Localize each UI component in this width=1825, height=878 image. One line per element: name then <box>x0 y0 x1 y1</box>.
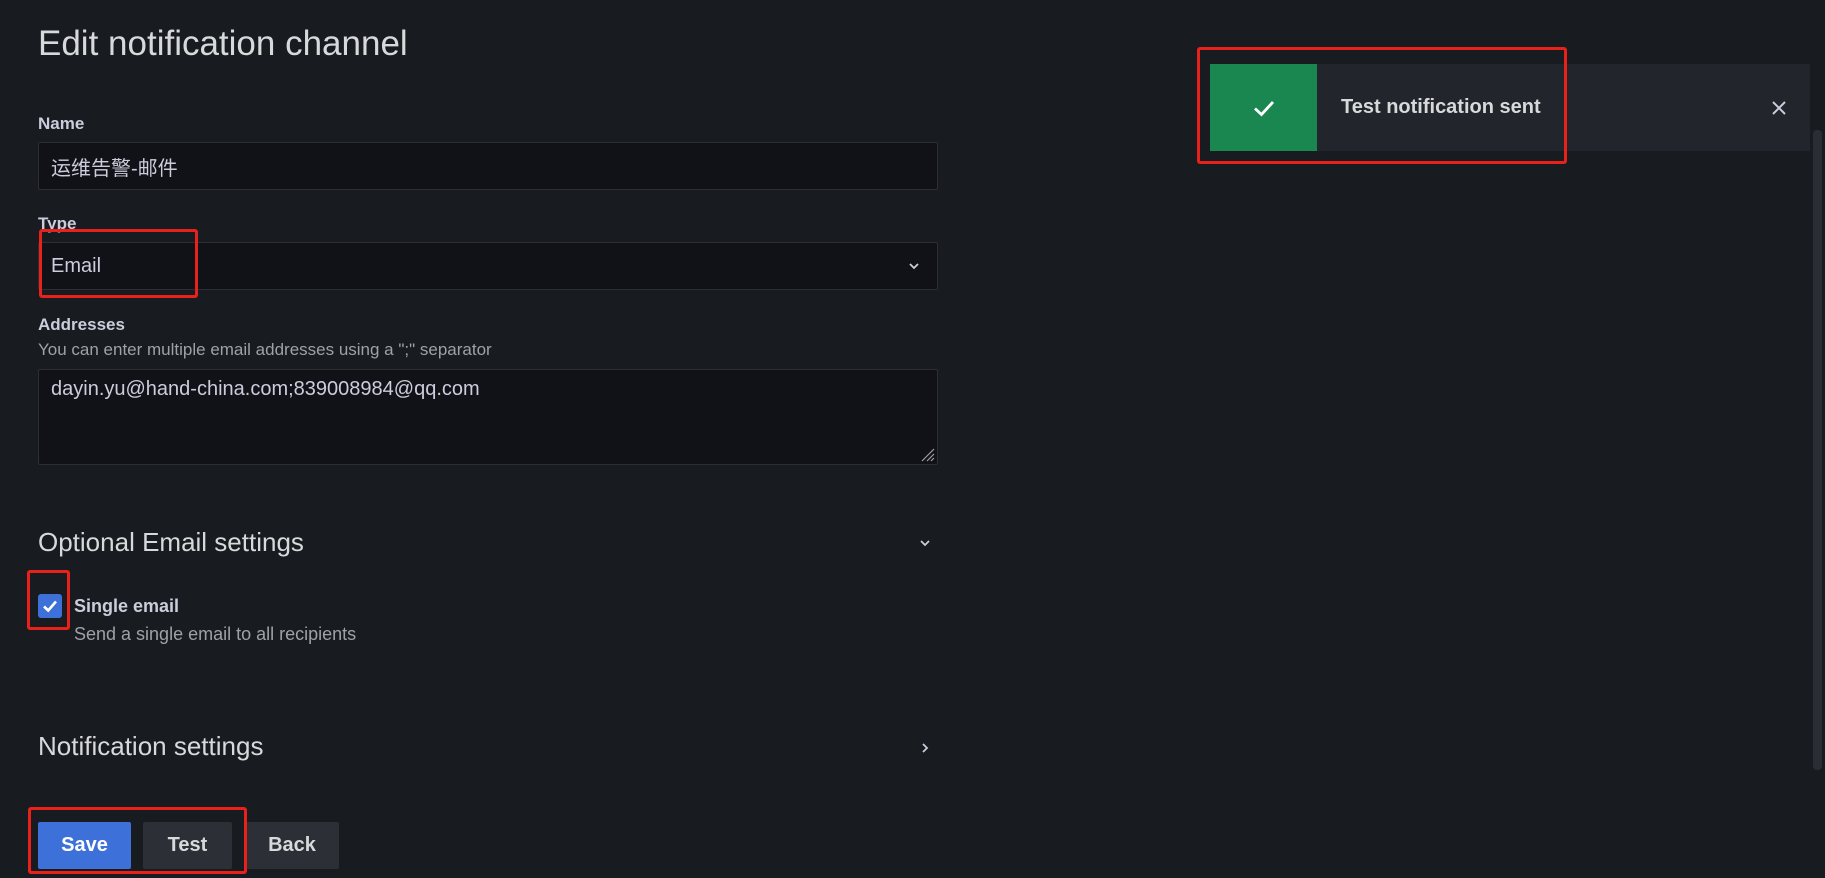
back-button[interactable]: Back <box>245 822 339 869</box>
test-button[interactable]: Test <box>143 822 232 869</box>
toast-message: Test notification sent <box>1341 96 1541 118</box>
edit-notification-channel-page: Edit notification channel Name 运维告警-邮件 T… <box>0 0 1825 878</box>
save-button[interactable]: Save <box>38 822 131 869</box>
type-select[interactable]: Email <box>38 242 938 290</box>
notification-settings-heading[interactable]: Notification settings <box>38 731 263 762</box>
close-icon[interactable] <box>1770 99 1788 117</box>
addresses-description: You can enter multiple email addresses u… <box>38 340 492 359</box>
checkmark-icon <box>1253 100 1274 116</box>
addresses-textarea[interactable]: dayin.yu@hand-china.com;839008984@qq.com <box>38 369 938 465</box>
addresses-value: dayin.yu@hand-china.com;839008984@qq.com <box>51 378 480 400</box>
single-email-label[interactable]: Single email <box>74 596 179 617</box>
chevron-right-icon[interactable] <box>916 739 934 757</box>
name-input[interactable]: 运维告警-邮件 <box>38 142 938 190</box>
chevron-down-icon <box>909 263 919 270</box>
type-label: Type <box>38 214 77 233</box>
resize-handle-icon[interactable] <box>917 444 935 462</box>
checkmark-icon <box>43 600 57 613</box>
chevron-down-icon[interactable] <box>916 534 934 552</box>
name-input-value: 运维告警-邮件 <box>51 157 178 180</box>
single-email-checkbox[interactable] <box>38 594 62 618</box>
toast-status-icon-container <box>1210 64 1317 151</box>
single-email-description: Send a single email to all recipients <box>74 624 357 644</box>
optional-email-settings-heading[interactable]: Optional Email settings <box>38 527 304 558</box>
name-label: Name <box>38 114 85 133</box>
scrollbar[interactable] <box>1813 130 1822 770</box>
page-title: Edit notification channel <box>38 24 408 63</box>
success-toast: Test notification sent <box>1210 64 1810 151</box>
addresses-label: Addresses <box>38 315 125 334</box>
type-select-value: Email <box>51 254 102 277</box>
